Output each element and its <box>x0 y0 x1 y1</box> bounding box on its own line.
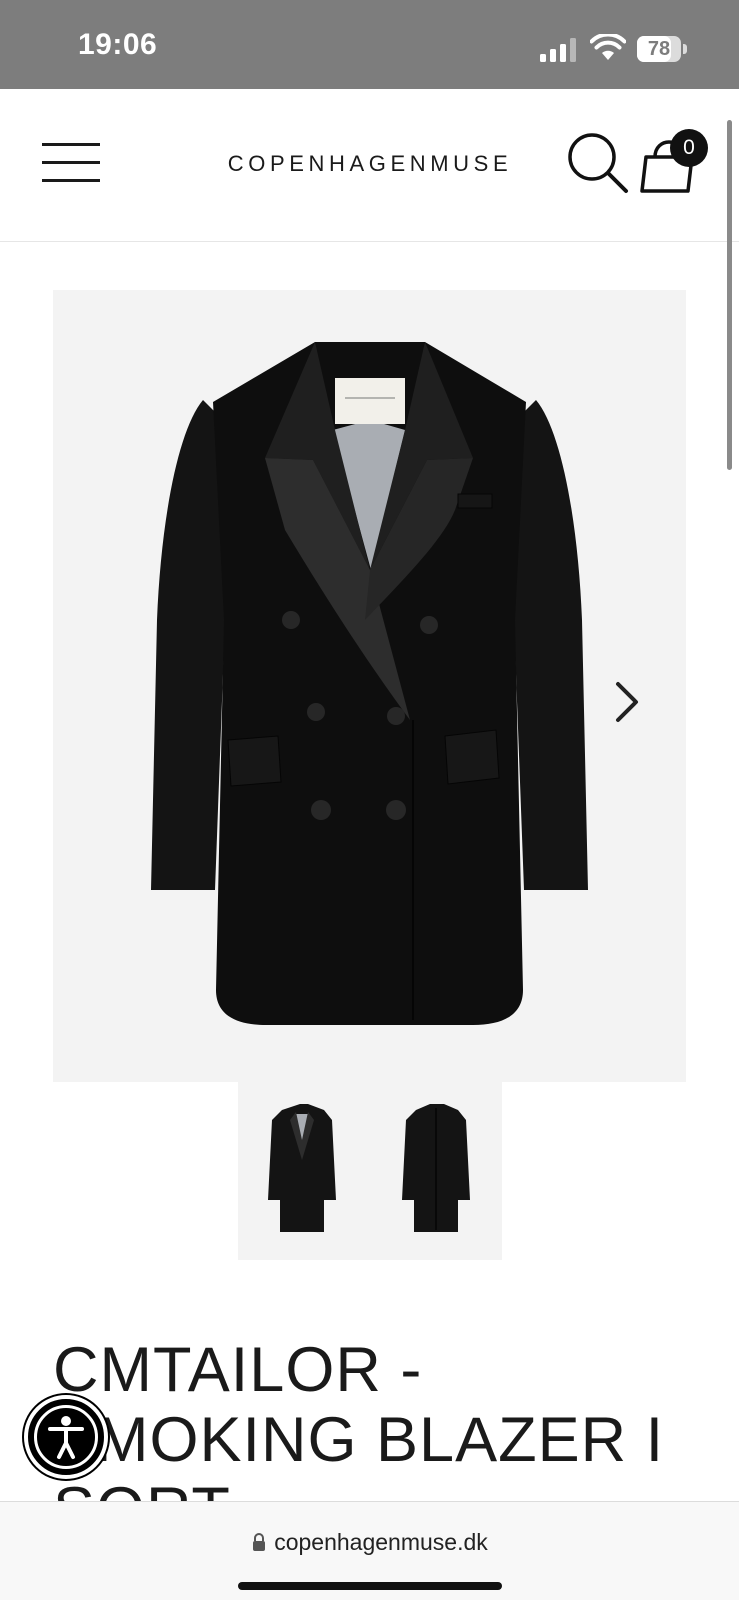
signal-icon <box>540 38 580 62</box>
thumbnail-strip <box>238 1082 502 1260</box>
shopping-bag-button[interactable]: 0 <box>638 129 708 199</box>
browser-url-bar: copenhagenmuse.dk <box>0 1501 739 1600</box>
wifi-icon <box>590 34 626 60</box>
url-text: copenhagenmuse.dk <box>274 1528 488 1555</box>
hamburger-menu-icon[interactable] <box>42 141 102 185</box>
page-scrollbar[interactable] <box>727 120 732 470</box>
url-field[interactable]: copenhagenmuse.dk <box>230 1524 510 1560</box>
thumbnail-front[interactable] <box>252 1100 352 1240</box>
status-time: 19:06 <box>78 28 158 61</box>
lock-icon <box>253 1533 266 1551</box>
cart-count-badge: 0 <box>670 129 708 167</box>
battery-level: 78 <box>647 38 671 60</box>
chevron-right-icon[interactable] <box>608 678 644 726</box>
status-bar: 19:06 78 <box>0 0 739 89</box>
thumbnail-back[interactable] <box>386 1100 486 1240</box>
product-main-image[interactable] <box>53 290 686 1082</box>
home-indicator[interactable] <box>238 1582 502 1590</box>
accessibility-button[interactable] <box>24 1395 108 1479</box>
blazer-front-image <box>151 342 588 1025</box>
battery-icon: 78 <box>637 36 681 62</box>
battery-tip <box>683 44 687 54</box>
site-header: COPENHAGENMUSE 0 <box>0 89 739 242</box>
search-icon[interactable] <box>566 131 630 195</box>
site-logo[interactable]: COPENHAGENMUSE <box>200 151 540 177</box>
accessibility-icon <box>48 1416 84 1459</box>
